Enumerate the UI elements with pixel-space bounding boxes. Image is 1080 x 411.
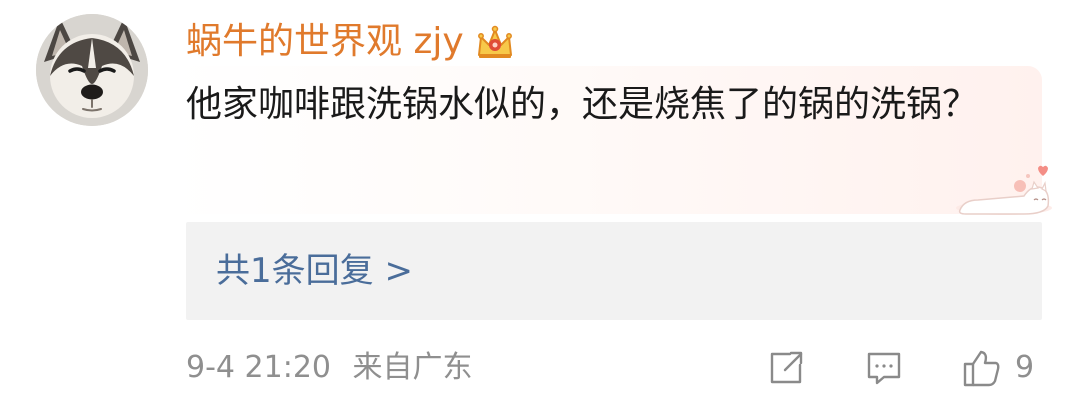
crown-icon — [474, 21, 516, 63]
comment-footer: 9-4 21:20 来自广东 9 — [186, 342, 1056, 394]
timestamp: 9-4 21:20 — [186, 350, 331, 385]
comment-meta: 9-4 21:20 来自广东 — [186, 342, 473, 394]
like-button[interactable]: 9 — [961, 348, 1051, 388]
location: 来自广东 — [352, 350, 473, 385]
like-count: 9 — [1015, 350, 1035, 385]
sleeping-cat-sticker — [954, 162, 1054, 218]
username[interactable]: 蜗牛的世界观 zjy — [186, 14, 464, 70]
replies-panel[interactable]: 共1条回复 > — [186, 222, 1042, 320]
avatar[interactable] — [36, 14, 148, 126]
comment-text: 他家咖啡跟洗锅水似的，还是烧焦了的锅的洗锅？ — [186, 84, 979, 125]
comment-header: 蜗牛的世界观 zjy — [186, 14, 516, 70]
comment-icon[interactable] — [864, 348, 904, 388]
share-icon[interactable] — [766, 348, 806, 388]
view-replies-link[interactable]: 共1条回复 > — [216, 222, 413, 320]
thumbs-up-icon[interactable] — [961, 348, 1001, 388]
